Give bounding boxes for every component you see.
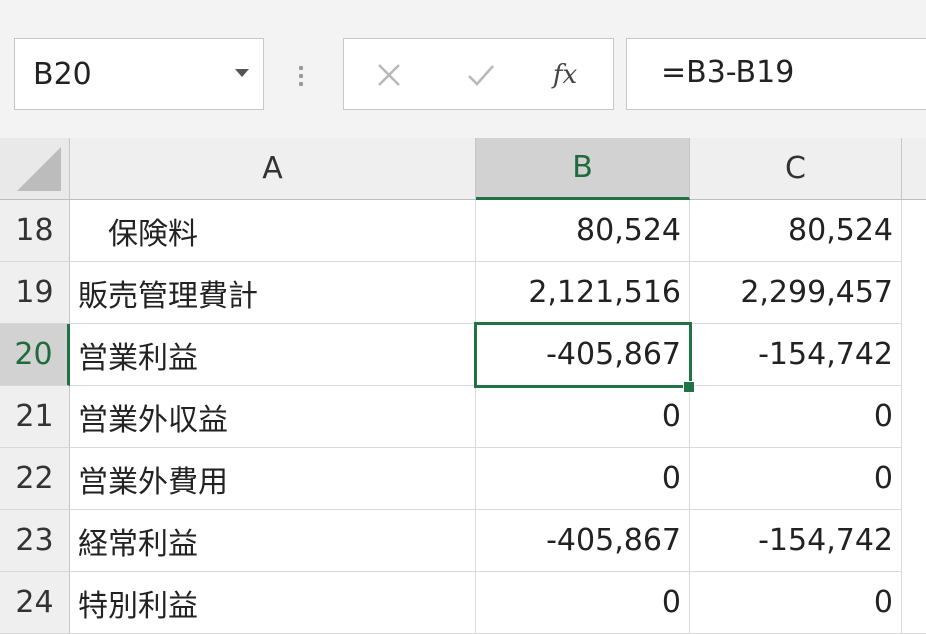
cell-c18[interactable]: 80,524: [690, 200, 902, 262]
cell-c20[interactable]: -154,742: [690, 324, 902, 386]
row-header-22[interactable]: 22: [0, 448, 70, 510]
chevron-down-icon[interactable]: [235, 69, 249, 77]
cell-c21[interactable]: 0: [690, 386, 902, 448]
column-header-b[interactable]: B: [476, 138, 690, 200]
formula-input[interactable]: =B3-B19: [626, 38, 926, 110]
cell-a22[interactable]: 営業外費用: [70, 448, 476, 510]
cell-a21[interactable]: 営業外収益: [70, 386, 476, 448]
spreadsheet-grid: A B C 18 保険料 80,524 80,524 19 販売管理費計 2,1…: [0, 138, 926, 634]
cell-b20[interactable]: -405,867: [476, 324, 690, 386]
row-header-18[interactable]: 18: [0, 200, 70, 262]
cell-a19[interactable]: 販売管理費計: [70, 262, 476, 324]
fill-handle[interactable]: [683, 381, 695, 393]
row-header-19[interactable]: 19: [0, 262, 70, 324]
column-header-c[interactable]: C: [690, 138, 902, 200]
row-header-21[interactable]: 21: [0, 386, 70, 448]
cell-c22[interactable]: 0: [690, 448, 902, 510]
row-header-20[interactable]: 20: [0, 324, 70, 386]
row-header-23[interactable]: 23: [0, 510, 70, 572]
select-all-corner[interactable]: [0, 138, 70, 200]
cell-a24[interactable]: 特別利益: [70, 572, 476, 634]
row-header-24[interactable]: 24: [0, 572, 70, 634]
cell-b22[interactable]: 0: [476, 448, 690, 510]
cell-a20[interactable]: 営業利益: [70, 324, 476, 386]
column-d-sliver[interactable]: [902, 200, 926, 634]
drag-grip-icon[interactable]: [298, 62, 304, 92]
formula-buttons: fx: [343, 38, 614, 110]
formula-bar: B20 fx =B3-B19: [0, 12, 926, 138]
cell-c19[interactable]: 2,299,457: [690, 262, 902, 324]
cell-c24[interactable]: 0: [690, 572, 902, 634]
cell-a23[interactable]: 経常利益: [70, 510, 476, 572]
cell-a18[interactable]: 保険料: [70, 200, 476, 262]
close-icon[interactable]: [364, 53, 414, 97]
check-icon[interactable]: [456, 53, 506, 97]
fx-icon: fx: [552, 60, 578, 90]
formula-text: =B3-B19: [661, 55, 795, 90]
cell-b19[interactable]: 2,121,516: [476, 262, 690, 324]
column-header-a[interactable]: A: [70, 138, 476, 200]
column-header-d[interactable]: [902, 138, 926, 200]
cell-c23[interactable]: -154,742: [690, 510, 902, 572]
cell-b23[interactable]: -405,867: [476, 510, 690, 572]
cell-b21[interactable]: 0: [476, 386, 690, 448]
name-box[interactable]: B20: [14, 38, 264, 110]
name-box-value: B20: [33, 57, 92, 92]
cell-b18[interactable]: 80,524: [476, 200, 690, 262]
cell-b24[interactable]: 0: [476, 572, 690, 634]
insert-function-button[interactable]: fx: [540, 53, 590, 97]
